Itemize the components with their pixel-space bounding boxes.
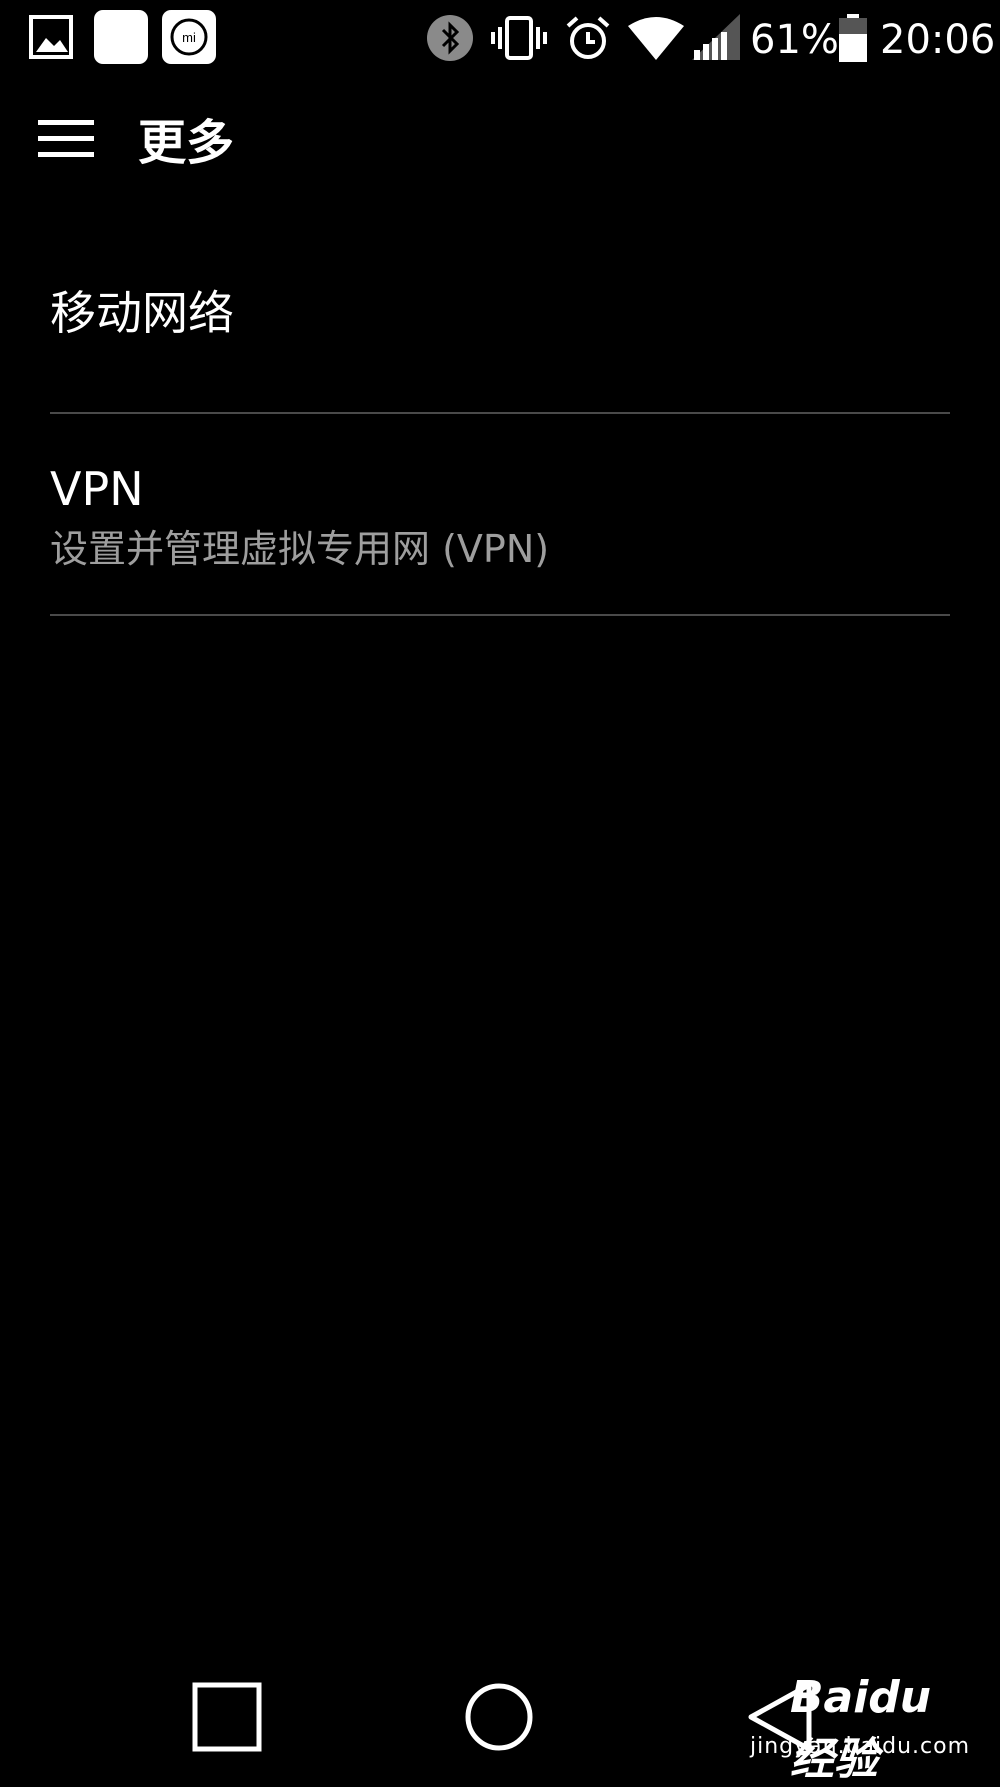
svg-text:mi: mi	[182, 30, 196, 45]
vibrate-icon	[490, 14, 548, 62]
divider	[50, 614, 950, 616]
toolbar: 更多	[0, 80, 1000, 210]
list-item-title: VPN	[50, 462, 144, 516]
divider	[50, 412, 950, 414]
mi-icon: mi	[162, 10, 216, 64]
watermark-url: jingyan.baidu.com	[750, 1734, 971, 1759]
list-item-title: 移动网络	[50, 286, 234, 340]
wifi-icon	[628, 14, 684, 60]
battery-percent: 61%	[750, 17, 839, 63]
alarm-icon	[564, 14, 612, 62]
gallery-icon	[28, 14, 74, 60]
clock: 20:06	[880, 17, 996, 63]
home-icon[interactable]	[454, 1672, 544, 1762]
watermark: Baidu经验 jingyan.baidu.com	[750, 1668, 971, 1785]
list-item-vpn[interactable]: VPN 设置并管理虚拟专用网 (VPN)	[50, 460, 950, 574]
status-bar: mi 61% 20:06	[0, 0, 1000, 80]
battery-icon	[838, 14, 868, 62]
signal-icon	[692, 14, 740, 60]
recent-apps-icon[interactable]	[182, 1672, 272, 1762]
hamburger-menu-icon[interactable]	[36, 116, 98, 164]
notification-blank-icon	[94, 10, 148, 64]
list-item-subtitle: 设置并管理虚拟专用网 (VPN)	[50, 527, 550, 571]
page-title: 更多	[138, 115, 235, 171]
watermark-brand: Baidu经验	[790, 1672, 932, 1785]
bluetooth-icon	[426, 14, 474, 62]
list-item-mobile-network[interactable]: 移动网络	[50, 284, 950, 342]
